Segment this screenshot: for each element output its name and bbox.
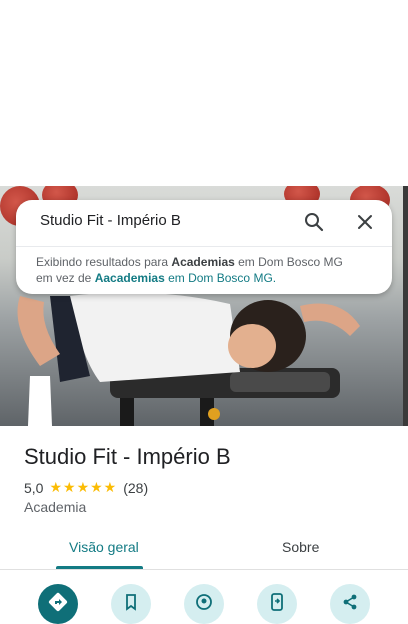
star-rating-icon: ★★★★★ — [49, 479, 118, 495]
share-button[interactable] — [330, 584, 370, 624]
nearby-icon — [194, 592, 214, 617]
send-to-phone-icon — [267, 592, 287, 617]
spelling-notice: Exibindo resultados para Academias em Do… — [36, 254, 376, 286]
share-icon — [340, 592, 360, 617]
search-icon[interactable] — [302, 210, 326, 234]
original-term-link[interactable]: Aacademias — [95, 271, 165, 285]
directions-icon — [48, 592, 68, 617]
rating-value: 5,0 — [24, 479, 44, 496]
save-button[interactable] — [111, 584, 151, 624]
place-category[interactable]: Academia — [24, 499, 86, 515]
place-title: Studio Fit - Império B — [24, 444, 231, 469]
notice-suffix-link[interactable]: em Dom Bosco MG. — [165, 271, 276, 285]
notice-middle: em Dom Bosco MG — [234, 255, 343, 269]
notice-shown-term: Academias — [171, 255, 235, 269]
tabs-divider — [0, 569, 408, 570]
send-to-phone-button[interactable] — [257, 584, 297, 624]
scrollbar[interactable] — [403, 186, 408, 426]
close-icon[interactable] — [353, 210, 377, 234]
notice-prefix: Exibindo resultados para — [36, 255, 172, 269]
bookmark-icon — [121, 592, 141, 617]
rating-row[interactable]: 5,0 ★★★★★ (28) — [24, 479, 148, 496]
search-card: Studio Fit - Império B Exibindo resultad… — [16, 200, 392, 294]
search-input[interactable]: Studio Fit - Império B — [40, 212, 181, 229]
nearby-button[interactable] — [184, 584, 224, 624]
search-divider — [16, 246, 392, 247]
tab-about[interactable]: Sobre — [282, 539, 319, 555]
tab-overview[interactable]: Visão geral — [69, 539, 139, 555]
review-count[interactable]: (28) — [123, 480, 148, 496]
notice-line2-prefix: em vez de — [36, 271, 95, 285]
directions-button[interactable] — [38, 584, 78, 624]
